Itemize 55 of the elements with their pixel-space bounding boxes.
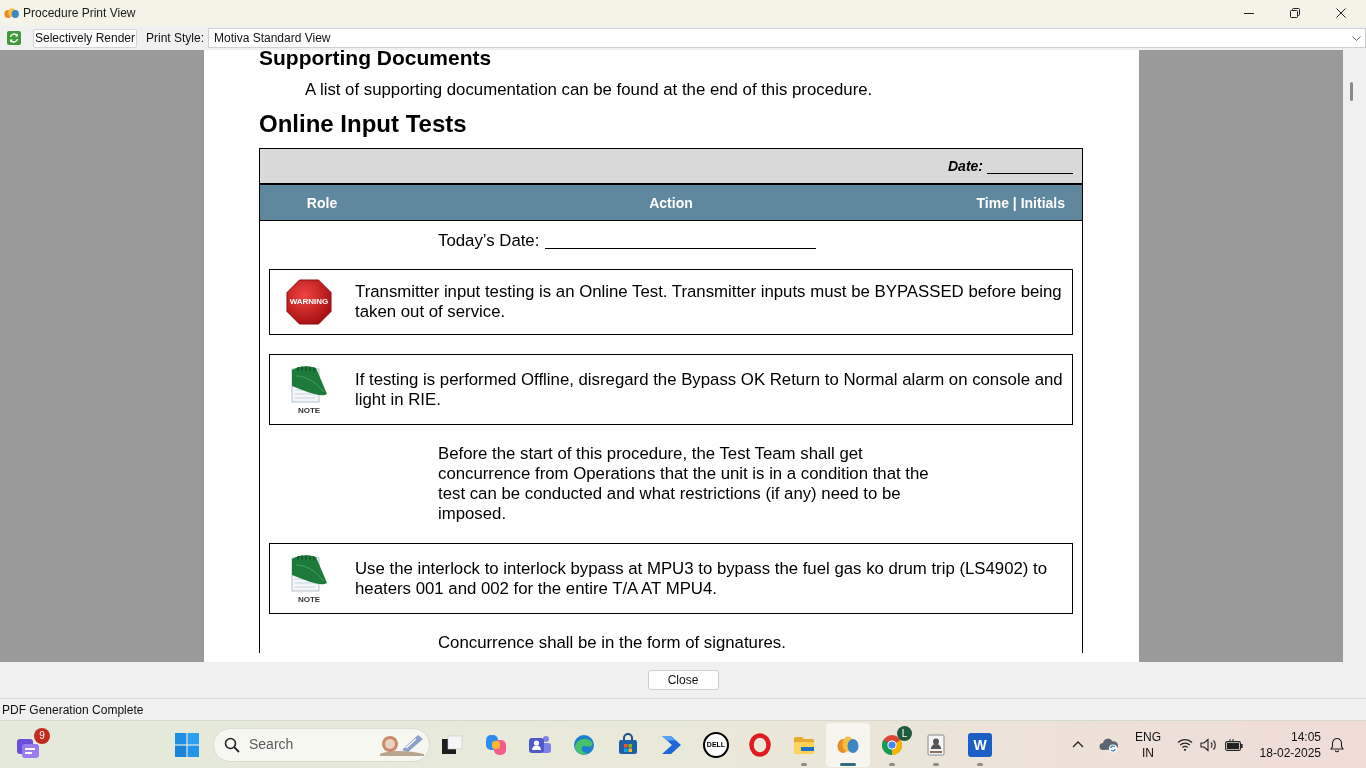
column-header: Time | Initials — [976, 194, 1065, 211]
body-text: Concurrence shall be in the form of signatures. — [438, 633, 786, 653]
window-title: Procedure Print View — [23, 5, 136, 21]
close-button[interactable]: Close — [647, 670, 719, 690]
date-label: Date: — [948, 158, 983, 174]
battery-icon[interactable] — [1225, 738, 1243, 751]
callout-text: If testing is performed Offline, disregard the Bypass OK Return to Normal alarm on console and light in RIE. — [355, 369, 1064, 410]
chevron-up-icon[interactable] — [1072, 741, 1084, 748]
notepad-icon — [290, 552, 328, 593]
cloud-sync-icon[interactable] — [1099, 736, 1119, 753]
notepad-icon — [290, 363, 328, 404]
browser-icon[interactable] — [880, 732, 904, 757]
notification-bell-icon[interactable] — [1329, 736, 1345, 753]
clock-button[interactable]: 14:05 18-02-2025 — [1251, 728, 1325, 761]
letter-tile[interactable]: W — [968, 732, 992, 757]
section-heading: Supporting Documents — [259, 50, 492, 69]
wave-circle-icon[interactable] — [572, 732, 596, 757]
taskbar-button[interactable] — [826, 722, 870, 767]
restore-icon[interactable] — [1290, 8, 1300, 18]
ring-icon[interactable] — [748, 732, 772, 757]
column-header: Action — [649, 194, 693, 211]
overlapping-shapes-icon[interactable] — [484, 732, 508, 757]
print-style-label: Print Style: — [146, 30, 205, 46]
minimize-icon[interactable] — [1244, 12, 1254, 14]
callout-text: Transmitter input testing is an Online Test. Transmitter inputs must be BYPASSED before being taken out of service. — [355, 282, 1063, 322]
portrait-icon[interactable] — [924, 732, 948, 757]
chevron-down-icon — [1352, 35, 1361, 41]
print-style-dropdown[interactable]: Motiva Standard View — [208, 28, 1366, 48]
notification-badge: 9 — [34, 727, 50, 744]
section-heading: Online Input Tests — [259, 110, 467, 138]
refresh-icon[interactable] — [7, 31, 21, 45]
wifi-icon[interactable] — [1177, 738, 1193, 751]
note-label: NOTE — [297, 594, 321, 605]
scrollbar-thumb[interactable] — [1350, 82, 1353, 101]
callout-text: Use the interlock to interlock bypass at MPU3 to bypass the fuel gas ko drum trip (LS4902) to heaters 001 and 002 for the entire T/A AT MPU4. — [355, 558, 1049, 599]
shopping-bag-icon[interactable] — [616, 732, 640, 757]
fill-in-label: Today’s Date: — [438, 230, 540, 251]
start-icon[interactable] — [175, 732, 199, 757]
warning-label: WARNING — [289, 297, 329, 307]
language-button[interactable]: ENG IN — [1128, 728, 1168, 761]
column-header: Role — [306, 194, 338, 211]
section-text: A list of supporting documentation can be found at the end of this procedure. — [305, 80, 873, 100]
volume-icon[interactable] — [1200, 737, 1218, 752]
search-icon — [224, 736, 240, 753]
status-text: PDF Generation Complete — [2, 702, 144, 717]
search-bar[interactable]: Search — [213, 727, 430, 762]
close-icon[interactable] — [1336, 8, 1346, 18]
app-logo-icon — [4, 7, 19, 19]
body-text: Before the start of this procedure, the Test Team shall get concurrence from Operations that the unit is in a condition that the test can be conducted and what restrictions (if any) need to be imposed. — [438, 444, 930, 524]
search-input[interactable]: Search — [249, 734, 349, 755]
selectively-render-button[interactable]: Selectively Render — [33, 28, 137, 48]
profile-badge: L — [897, 725, 912, 741]
task-view-icon[interactable] — [440, 732, 464, 757]
note-label: NOTE — [297, 405, 321, 416]
stop-sign-icon — [286, 279, 332, 325]
